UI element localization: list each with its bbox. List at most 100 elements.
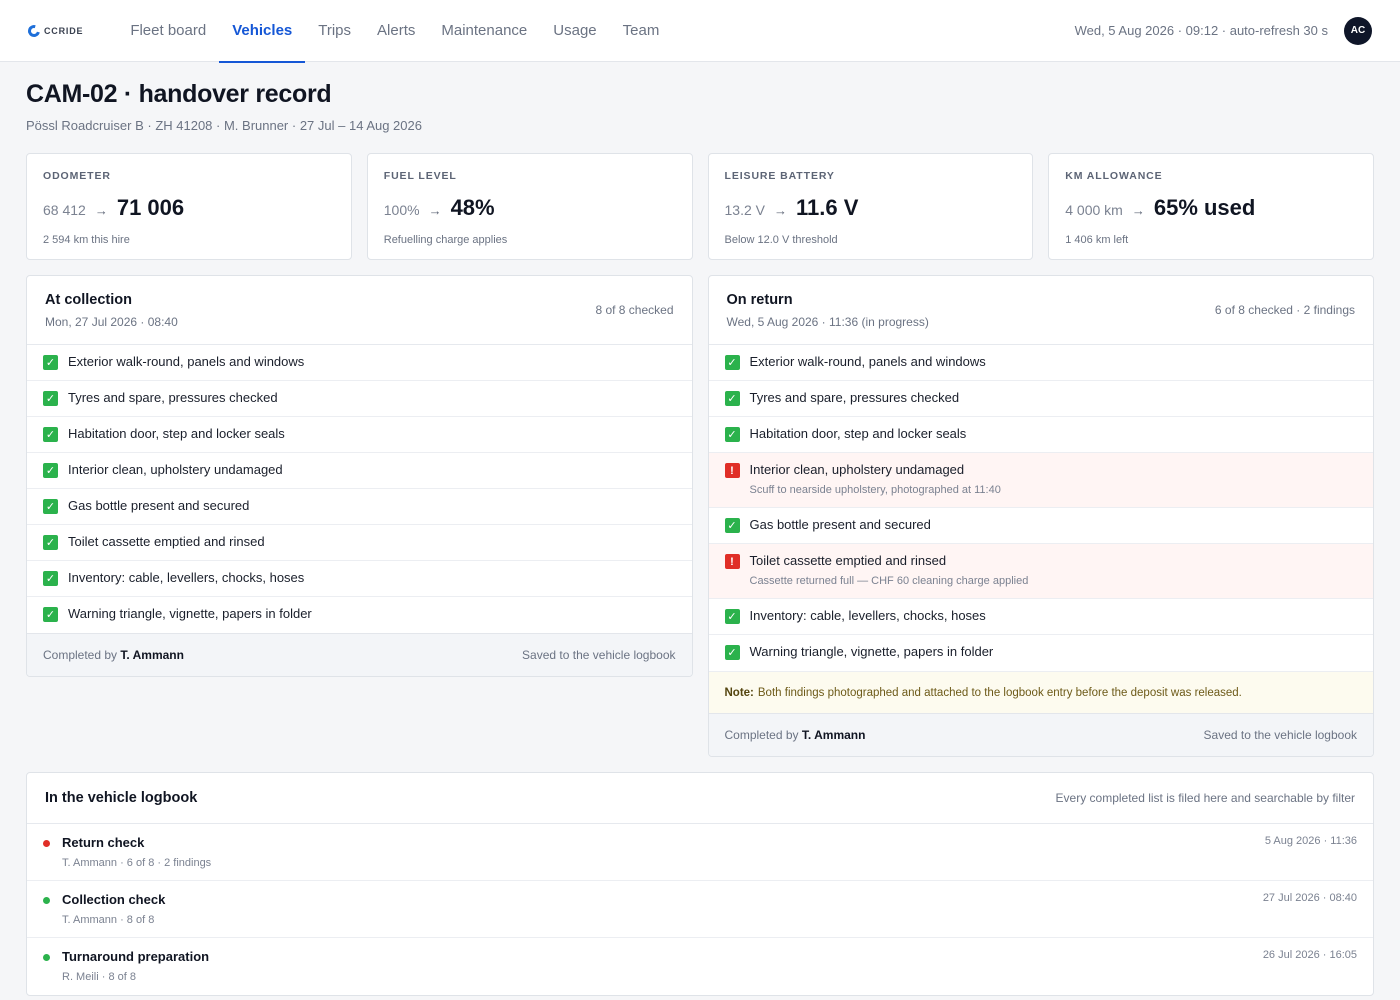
checkbox-checked-icon[interactable]: ✓ [724, 609, 740, 624]
arrow-right-icon: → [1131, 203, 1145, 218]
kpi-from-value: 68 412 [43, 202, 86, 218]
kpi-to-value: 65% used [1153, 195, 1256, 220]
checklist-item-body: Habitation door, step and locker seals [68, 426, 285, 441]
kpi-to-value: 71 006 [116, 195, 185, 220]
kpi-from-value: 13.2 V [724, 202, 765, 218]
collection-panel: At collection Mon, 27 Jul 2026 · 08:40 8… [26, 275, 693, 677]
return-panel-header: On return Wed, 5 Aug 2026 · 11:36 (in pr… [708, 276, 1373, 345]
logbook-entry-time: 5 Aug 2026 · 11:36 [1264, 835, 1357, 847]
checklist-item-label: Toilet cassette emptied and rinsed [68, 534, 265, 549]
collection-completed-by: Completed by T. Ammann [43, 648, 184, 662]
kpi-values: 4 000 km → 65% used [1065, 195, 1357, 221]
nav-item-trips[interactable]: Trips [305, 0, 364, 62]
return-completed-by: Completed by T. Ammann [724, 728, 866, 742]
nav-item-alerts[interactable]: Alerts [364, 0, 428, 62]
checklist-item: ✓ Warning triangle, vignette, papers in f… [27, 597, 692, 633]
logbook-entry-meta: T. Ammann · 6 of 8 · 2 findings [62, 857, 212, 869]
checkbox-checked-icon[interactable]: ✓ [724, 355, 740, 370]
nav-item-fleet-board[interactable]: Fleet board [117, 0, 219, 62]
kpi-from-value: 100% [383, 202, 420, 218]
checkbox-checked-icon[interactable]: ✓ [43, 427, 58, 442]
collection-title: At collection [45, 291, 133, 308]
checkbox-checked-icon[interactable]: ✓ [724, 645, 740, 660]
return-title: On return [726, 291, 793, 308]
kpi-label: FUEL LEVEL [383, 170, 457, 182]
nav-item-maintenance[interactable]: Maintenance [428, 0, 540, 62]
logbook-title: In the vehicle logbook [45, 790, 198, 806]
checklist-item-label: Warning triangle, vignette, papers in fo… [749, 644, 994, 659]
logbook-list: Return check T. Ammann · 6 of 8 · 2 findi… [27, 824, 1373, 995]
header-right: Wed, 5 Aug 2026 · 09:12 · auto-refresh 3… [1075, 16, 1372, 45]
logbook-entry-name: Return check [62, 835, 145, 850]
nav-item-usage[interactable]: Usage [540, 0, 609, 62]
logbook-entry-body: Collection check T. Ammann · 8 of 8 [62, 892, 1263, 926]
collection-completed-name: T. Ammann [120, 648, 184, 662]
checklist-item: ✓ Tyres and spare, pressures checked [27, 381, 692, 417]
checklist-item: ✓ Tyres and spare, pressures checked [708, 381, 1373, 417]
collection-saved-status: Saved to the vehicle logbook [522, 648, 676, 662]
kpi-note: 2 594 km this hire [43, 234, 130, 246]
logbook-entry[interactable]: Turnaround preparation R. Meili · 8 of 8 2… [27, 938, 1373, 995]
checkbox-checked-icon[interactable]: ✓ [43, 463, 58, 478]
checkbox-checked-icon[interactable]: ✓ [43, 571, 58, 586]
kpi-note: Refuelling charge applies [383, 234, 508, 246]
kpi-note: Below 12.0 V threshold [724, 234, 838, 246]
checkbox-checked-icon[interactable]: ✓ [43, 607, 58, 622]
checklist-item-label: Exterior walk-round, panels and windows [68, 354, 305, 369]
vehicle-logbook: In the vehicle logbook Every completed l… [26, 772, 1374, 996]
finding-alert-icon[interactable]: ! [724, 554, 740, 569]
logbook-entry-time: 26 Jul 2026 · 16:05 [1262, 949, 1357, 961]
checklist-item-body: Toilet cassette emptied and rinsed Casset… [750, 553, 1029, 587]
checkbox-checked-icon[interactable]: ✓ [724, 391, 740, 406]
kpi-label: ODOMETER [43, 170, 111, 182]
checklist-item-label: Gas bottle present and secured [68, 498, 250, 513]
kpi-values: 13.2 V → 11.6 V [725, 195, 1017, 221]
return-date: Wed, 5 Aug 2026 · 11:36 (in progress) [726, 314, 929, 329]
nav-item-vehicles[interactable]: Vehicles [219, 0, 306, 63]
logbook-entry-meta: R. Meili · 8 of 8 [62, 971, 136, 983]
main-content: CAM-02 · handover record Pössl Roadcruis… [0, 62, 1400, 996]
return-panel: On return Wed, 5 Aug 2026 · 11:36 (in pr… [707, 275, 1374, 757]
checkbox-checked-icon[interactable]: ✓ [724, 518, 740, 533]
checklist-item-body: Exterior walk-round, panels and windows [750, 354, 986, 369]
finding-alert-icon[interactable]: ! [724, 463, 740, 478]
logbook-entry-body: Return check T. Ammann · 6 of 8 · 2 findi… [62, 835, 1265, 869]
checklist-item-label: Inventory: cable, levellers, chocks, hos… [68, 570, 305, 585]
logo-text: CCRIDE [44, 25, 84, 36]
status-dot-icon [43, 840, 50, 847]
checkbox-checked-icon[interactable]: ✓ [724, 427, 740, 442]
user-avatar[interactable]: AC [1344, 16, 1372, 45]
checklist-item-label: Habitation door, step and locker seals [68, 426, 285, 441]
logbook-entry[interactable]: Return check T. Ammann · 6 of 8 · 2 findi… [27, 824, 1373, 881]
logbook-hint: Every completed list is filed here and s… [1055, 791, 1355, 805]
checklist-item-body: Warning triangle, vignette, papers in fo… [750, 644, 994, 659]
note-text: Both findings photographed and attached … [757, 686, 1242, 699]
checkbox-checked-icon[interactable]: ✓ [43, 391, 58, 406]
checklist-item-body: Interior clean, upholstery undamaged Scuf… [750, 462, 1001, 496]
kpi-card-odometer: ODOMETER 68 412 → 71 006 2 594 km this hire [26, 153, 352, 260]
kpi-note: 1 406 km left [1065, 234, 1129, 246]
checklist-item: ✓ Exterior walk-round, panels and windows [708, 345, 1373, 381]
note-label: Note: [724, 686, 754, 699]
app-logo[interactable]: CCRIDE [25, 22, 84, 39]
checklist-item-body: Toilet cassette emptied and rinsed [68, 534, 265, 549]
checklist-item-label: Interior clean, upholstery undamaged [68, 462, 283, 477]
checklist-item: ✓ Habitation door, step and locker seals [27, 417, 692, 453]
nav-item-team[interactable]: Team [610, 0, 673, 62]
kpi-label: LEISURE BATTERY [724, 170, 835, 182]
main-nav: Fleet board Vehicles Trips Alerts Maintenanc… [117, 0, 673, 63]
checkbox-checked-icon[interactable]: ✓ [43, 535, 58, 550]
kpi-row: ODOMETER 68 412 → 71 006 2 594 km this hire F… [26, 153, 1374, 260]
checklist-item-body: Habitation door, step and locker seals [750, 426, 967, 441]
checklist-item-body: Warning triangle, vignette, papers in fo… [68, 606, 312, 621]
checklist-item-label: Interior clean, upholstery undamaged [749, 462, 965, 477]
checklist-item-label: Habitation door, step and locker seals [749, 426, 967, 441]
collection-checklist: ✓ Exterior walk-round, panels and windows… [27, 345, 692, 633]
logbook-entry[interactable]: Collection check T. Ammann · 8 of 8 27 Jul… [27, 881, 1373, 938]
arrow-right-icon: → [773, 203, 787, 218]
checkbox-checked-icon[interactable]: ✓ [43, 355, 58, 370]
kpi-to-value: 11.6 V [795, 195, 859, 220]
arrow-right-icon: → [428, 203, 442, 218]
checklist-item: ✓ Habitation door, step and locker seals [708, 417, 1373, 453]
checkbox-checked-icon[interactable]: ✓ [43, 499, 58, 514]
